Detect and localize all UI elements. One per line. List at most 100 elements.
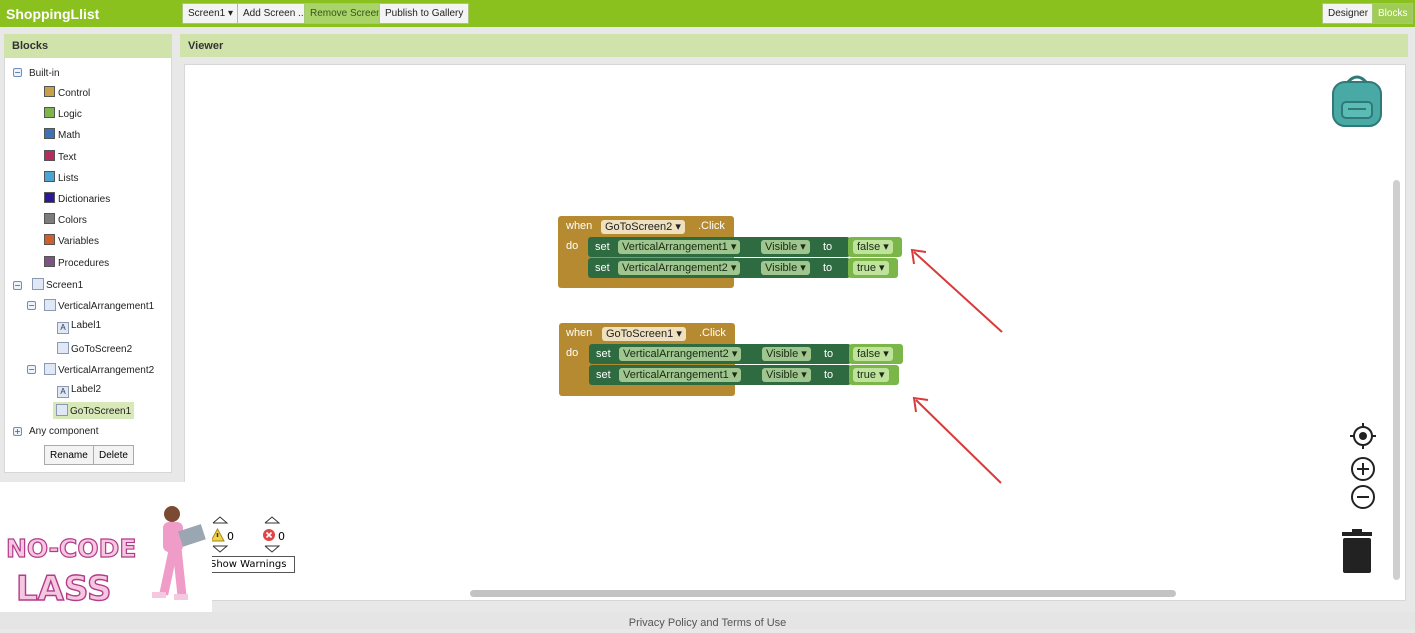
collapse-icon[interactable]: − (13, 68, 22, 77)
component-dropdown[interactable]: GoToScreen2 ▾ (601, 220, 685, 234)
category-color-icon (44, 86, 55, 97)
property-dropdown[interactable]: Visible ▾ (761, 261, 810, 275)
arrangement-icon (44, 363, 56, 375)
component-name: GoToScreen2 (605, 221, 673, 233)
tree-label2-label: Label2 (71, 384, 102, 395)
tree-va1-label: VerticalArrangement1 (58, 301, 155, 312)
target-dropdown[interactable]: VerticalArrangement2 ▾ (619, 347, 742, 361)
to-keyword: to (823, 262, 833, 274)
builtin-lists[interactable]: Lists (44, 170, 79, 184)
trash-icon[interactable] (1338, 528, 1376, 574)
expand-icon[interactable]: + (13, 427, 22, 436)
center-workspace-icon[interactable] (1350, 423, 1376, 449)
warning-count: 0 (227, 530, 234, 543)
target-dropdown[interactable]: VerticalArrangement1 ▾ (618, 240, 741, 254)
blocks-panel-title: Blocks (4, 34, 172, 57)
target-name: VerticalArrangement1 (623, 369, 729, 381)
builtin-label: Procedures (58, 257, 110, 269)
builtin-label: Lists (58, 172, 79, 184)
property-name: Visible (766, 348, 799, 360)
tree-screen1-label: Screen1 (46, 280, 84, 291)
target-dropdown[interactable]: VerticalArrangement2 ▾ (618, 261, 741, 275)
warning-icon (210, 528, 225, 542)
top-bar: ShoppingLlist Screen1 ▾ Add Screen ... R… (0, 0, 1415, 27)
tree-screen1[interactable]: Screen1 (32, 278, 83, 291)
boolean-value: false (857, 241, 881, 253)
zoom-out-icon[interactable] (1350, 484, 1376, 510)
rename-button[interactable]: Rename (44, 445, 94, 465)
property-dropdown[interactable]: Visible ▾ (762, 347, 811, 361)
boolean-dropdown[interactable]: false ▾ (853, 347, 893, 361)
component-name: GoToScreen1 (606, 328, 674, 340)
tree-va2[interactable]: VerticalArrangement2 (44, 363, 154, 376)
boolean-dropdown[interactable]: false ▾ (853, 240, 893, 254)
tree-any-component[interactable]: Any component (29, 426, 99, 437)
property-name: Visible (765, 241, 798, 253)
collapse-icon[interactable]: − (27, 301, 36, 310)
collapse-icon[interactable]: − (13, 281, 22, 290)
property-dropdown[interactable]: Visible ▾ (762, 368, 811, 382)
tree-goto2-label: GoToScreen2 (71, 344, 133, 355)
property-dropdown[interactable]: Visible ▾ (761, 240, 810, 254)
builtin-label: Variables (58, 236, 99, 248)
builtin-control[interactable]: Control (44, 86, 90, 99)
add-screen-button[interactable]: Add Screen ... (237, 3, 313, 24)
label-icon: A (57, 322, 69, 334)
tree-builtin[interactable]: Built-in (29, 68, 60, 79)
label-icon: A (57, 386, 69, 398)
category-color-icon (44, 255, 55, 267)
boolean-value: false (857, 348, 881, 360)
character-illustration-icon (152, 506, 206, 600)
boolean-dropdown[interactable]: true ▾ (853, 368, 889, 382)
to-keyword: to (824, 369, 834, 381)
footer[interactable]: Privacy Policy and Terms of Use (0, 612, 1415, 629)
builtin-procedures[interactable]: Procedures (44, 255, 110, 269)
tree-label1[interactable]: A Label1 (57, 320, 101, 334)
arrow-icon (910, 248, 1003, 333)
builtin-text[interactable]: Text (44, 149, 76, 163)
screen-select[interactable]: Screen1 ▾ (182, 3, 240, 24)
tree-goto2[interactable]: GoToScreen2 (57, 342, 132, 355)
button-icon (56, 404, 68, 416)
tree-goto1[interactable]: GoToScreen1 (53, 402, 135, 419)
set-keyword: set (595, 241, 610, 253)
publish-gallery-button[interactable]: Publish to Gallery (379, 3, 470, 24)
show-warnings-button[interactable]: Show Warnings (205, 556, 295, 573)
category-color-icon (44, 149, 55, 161)
builtin-label: Colors (58, 215, 87, 227)
arrow-icon (912, 396, 1002, 484)
builtin-colors[interactable]: Colors (44, 213, 87, 226)
component-dropdown[interactable]: GoToScreen1 ▾ (602, 327, 686, 341)
tree-label2[interactable]: A Label2 (57, 384, 101, 398)
category-color-icon (44, 128, 55, 140)
property-name: Visible (766, 369, 799, 381)
boolean-dropdown[interactable]: true ▾ (853, 261, 889, 275)
vertical-scrollbar[interactable] (1393, 180, 1400, 580)
blocks-panel: − Built-in Control Logic Math Text Lists Dict… (4, 57, 172, 473)
blocks-workspace[interactable] (184, 64, 1406, 601)
collapse-icon[interactable]: − (27, 365, 36, 374)
tree-goto1-label: GoToScreen1 (70, 406, 132, 417)
arrangement-icon (44, 299, 56, 311)
app-title: ShoppingLlist (6, 6, 100, 22)
delete-button[interactable]: Delete (93, 445, 134, 465)
when-keyword: when (566, 220, 593, 232)
set-keyword: set (596, 369, 611, 381)
builtin-dictionaries[interactable]: Dictionaries (44, 192, 110, 205)
blocks-button[interactable]: Blocks (1372, 3, 1414, 24)
builtin-variables[interactable]: Variables (44, 234, 99, 247)
tree-va1[interactable]: VerticalArrangement1 (44, 299, 154, 312)
remove-screen-button[interactable]: Remove Screen (304, 3, 388, 24)
zoom-in-icon[interactable] (1350, 456, 1376, 482)
horizontal-scrollbar[interactable] (470, 590, 1176, 597)
to-keyword: to (823, 241, 833, 253)
logo-line1: NO-CODE (6, 534, 136, 563)
builtin-logic[interactable]: Logic (44, 107, 82, 120)
target-dropdown[interactable]: VerticalArrangement1 ▾ (619, 368, 742, 382)
backpack-icon[interactable] (1328, 72, 1386, 128)
designer-button[interactable]: Designer (1322, 3, 1375, 24)
category-color-icon (44, 213, 55, 225)
category-color-icon (44, 192, 55, 203)
builtin-label: Dictionaries (58, 194, 111, 205)
builtin-math[interactable]: Math (44, 128, 80, 141)
